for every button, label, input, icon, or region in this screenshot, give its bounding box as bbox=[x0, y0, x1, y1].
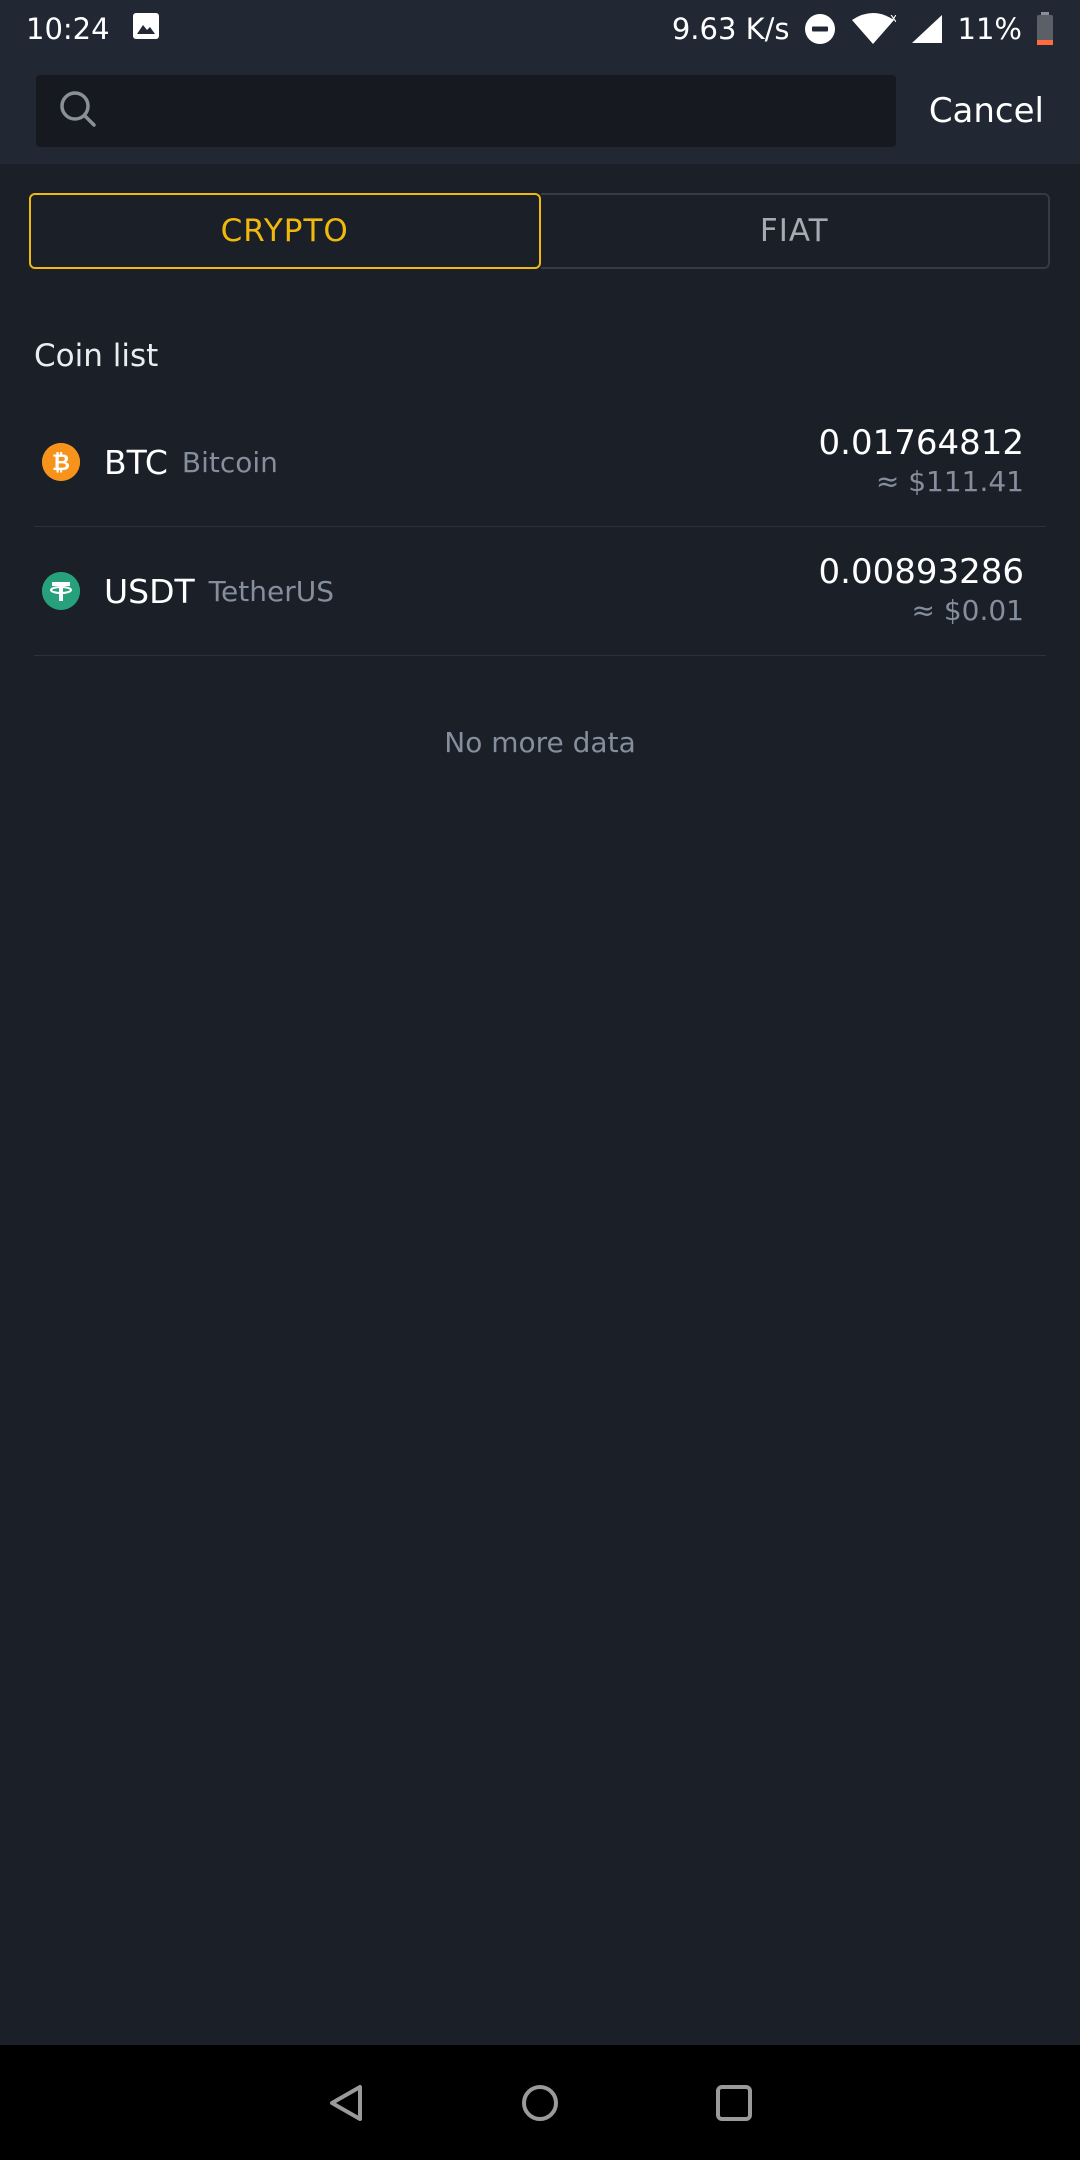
coin-symbol: USDT bbox=[104, 571, 195, 611]
svg-text:x: x bbox=[890, 12, 896, 25]
coin-amounts: 0.00893286 ≈ $0.01 bbox=[819, 552, 1025, 630]
coin-name: TetherUS bbox=[208, 574, 334, 608]
search-input[interactable] bbox=[114, 75, 874, 147]
coin-name: Bitcoin bbox=[181, 445, 278, 479]
coin-balance: 0.01764812 bbox=[818, 423, 1025, 463]
wifi-icon: x bbox=[850, 12, 896, 46]
no-more-data-text: No more data bbox=[444, 726, 636, 759]
signal-icon bbox=[910, 13, 944, 45]
cancel-button[interactable]: Cancel bbox=[929, 91, 1044, 131]
tether-icon bbox=[42, 572, 80, 610]
tab-fiat[interactable]: FIAT bbox=[540, 193, 1050, 269]
coin-list: ₿ BTC Bitcoin 0.01764812 ≈ $111.41 USDT … bbox=[34, 398, 1046, 656]
coin-fiat-value: ≈ $111.41 bbox=[875, 465, 1024, 498]
coin-row-btc[interactable]: ₿ BTC Bitcoin 0.01764812 ≈ $111.41 bbox=[34, 398, 1046, 527]
status-time: 10:24 bbox=[26, 12, 110, 46]
svg-text:₿: ₿ bbox=[52, 451, 70, 476]
asset-type-tabs: CRYPTO FIAT bbox=[29, 193, 1050, 269]
coin-list-title: Coin list bbox=[34, 338, 159, 374]
home-icon[interactable] bbox=[518, 2081, 562, 2125]
coin-amounts: 0.01764812 ≈ $111.41 bbox=[819, 423, 1025, 501]
recents-icon[interactable] bbox=[712, 2081, 756, 2125]
tab-crypto[interactable]: CRYPTO bbox=[29, 193, 541, 269]
network-speed: 9.63 K/s bbox=[671, 12, 790, 46]
coin-balance: 0.00893286 bbox=[818, 552, 1025, 592]
navigation-bar bbox=[0, 2045, 1080, 2160]
coin-row-usdt[interactable]: USDT TetherUS 0.00893286 ≈ $0.01 bbox=[34, 527, 1046, 656]
battery-percent: 11% bbox=[957, 12, 1022, 46]
search-header: Cancel bbox=[0, 58, 1080, 164]
dnd-icon bbox=[804, 13, 836, 45]
search-box[interactable] bbox=[36, 75, 896, 147]
status-bar: 10:24 9.63 K/s x 11% bbox=[0, 0, 1080, 58]
search-icon bbox=[58, 89, 98, 133]
gallery-icon bbox=[132, 12, 160, 47]
bitcoin-icon: ₿ bbox=[42, 443, 80, 481]
battery-icon bbox=[1036, 12, 1054, 46]
back-icon[interactable] bbox=[324, 2081, 368, 2125]
coin-symbol: BTC bbox=[104, 442, 168, 482]
coin-fiat-value: ≈ $0.01 bbox=[911, 594, 1024, 627]
